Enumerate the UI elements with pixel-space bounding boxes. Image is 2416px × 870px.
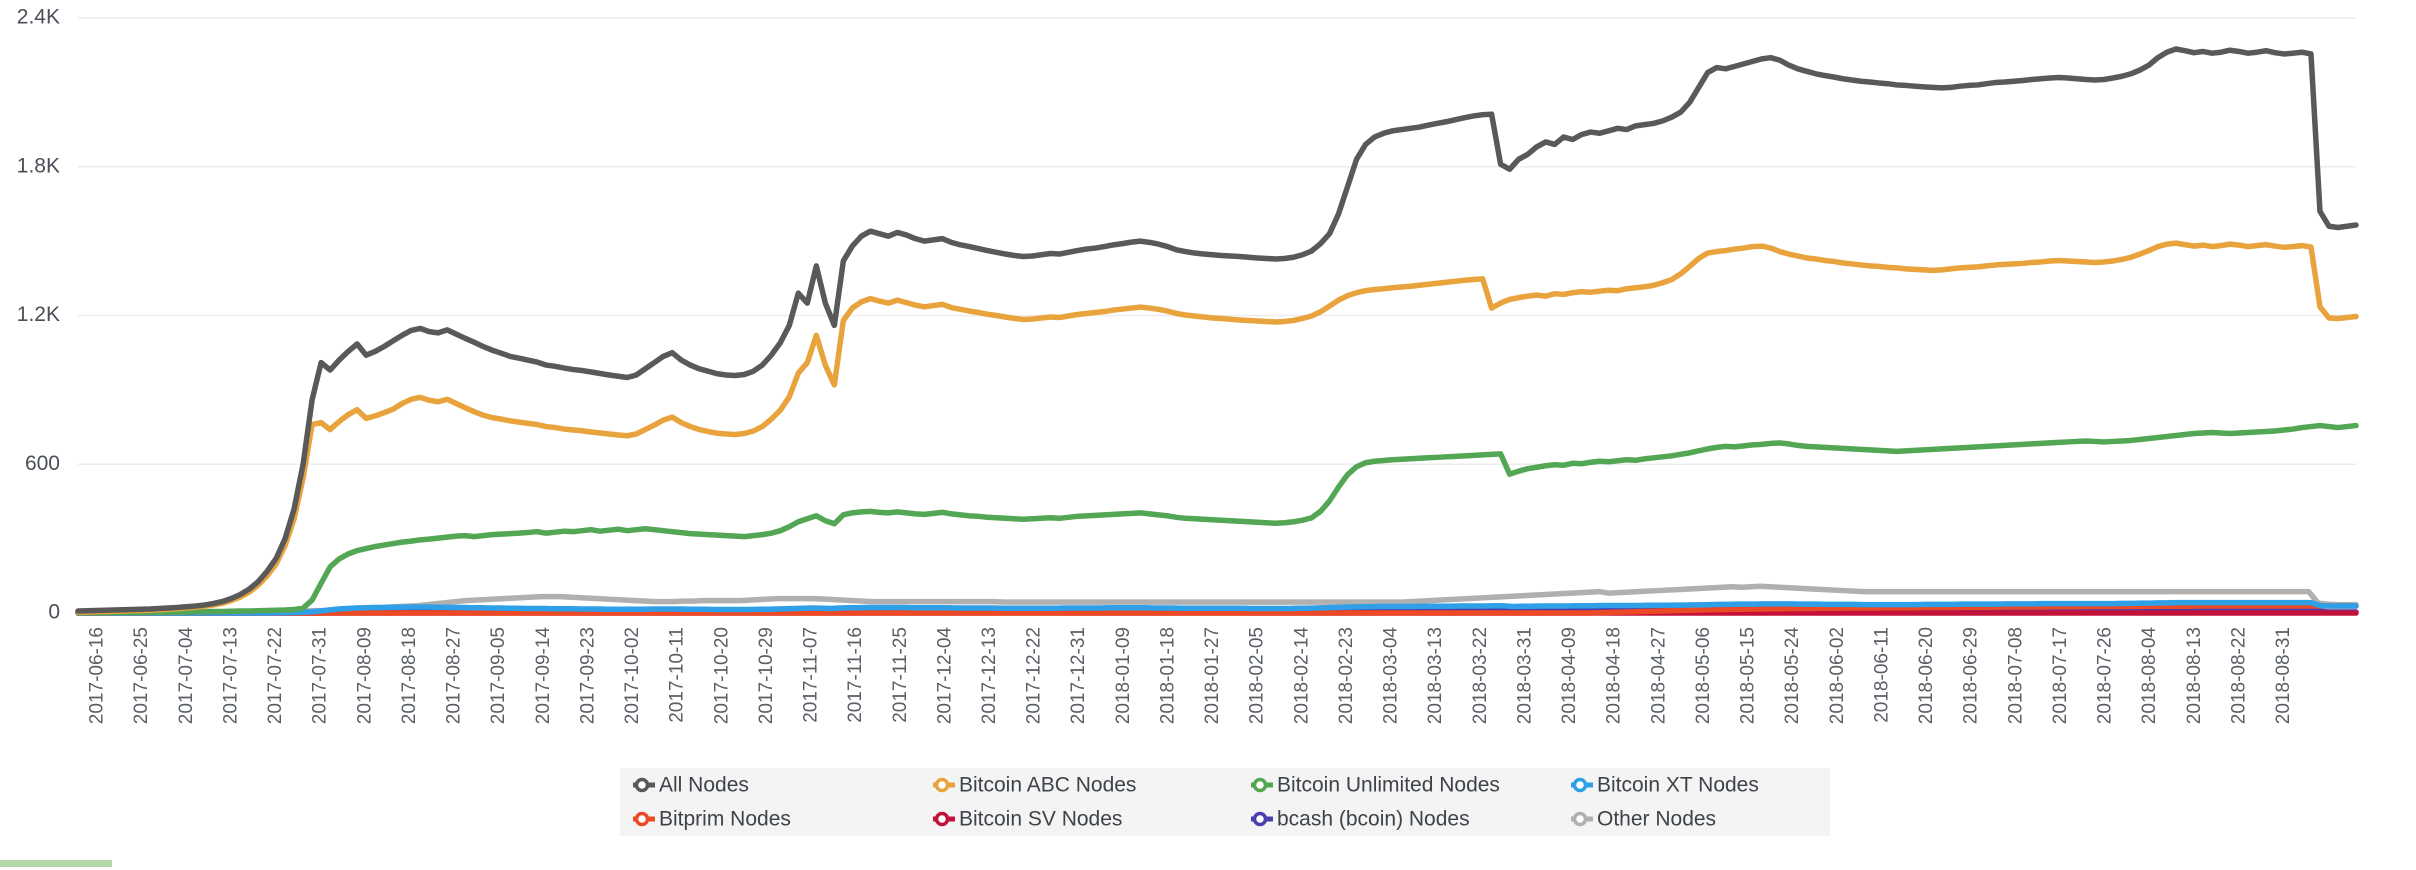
x-tick-label: 2018-03-04 bbox=[1381, 627, 1402, 725]
x-tick-label: 2018-06-20 bbox=[1916, 627, 1937, 724]
circle-line-marker-icon bbox=[1252, 777, 1268, 793]
legend-item-label: Bitcoin ABC Nodes bbox=[959, 774, 1136, 797]
x-tick-label: 2018-01-09 bbox=[1113, 627, 1134, 724]
circle-line-marker-icon bbox=[1572, 777, 1588, 793]
x-tick-label: 2018-07-26 bbox=[2095, 627, 2116, 724]
legend-item-bcash-bcoin-nodes[interactable]: bcash (bcoin) Nodes bbox=[1251, 808, 1470, 831]
x-tick-label: 2017-12-22 bbox=[1024, 627, 1045, 724]
x-tick-label: 2018-06-11 bbox=[1872, 627, 1893, 723]
legend-item-label: Bitprim Nodes bbox=[659, 808, 791, 831]
x-tick-label: 2018-07-08 bbox=[2005, 627, 2026, 724]
x-tick-label: 2018-08-31 bbox=[2273, 627, 2294, 724]
x-tick-label: 2018-06-02 bbox=[1827, 627, 1848, 724]
node-count-line-chart[interactable]: 0 600 1.2K 1.8K 2.4K 2017-06-16 2017-06-25 201… bbox=[0, 0, 2416, 870]
legend-item-label: bcash (bcoin) Nodes bbox=[1277, 808, 1470, 831]
legend-item-bitcoin-sv-nodes[interactable]: Bitcoin SV Nodes bbox=[933, 808, 1122, 831]
x-tick-label: 2018-05-15 bbox=[1738, 627, 1759, 724]
y-tick-label: 600 bbox=[25, 452, 60, 475]
x-tick-label: 2017-07-22 bbox=[265, 627, 286, 724]
x-tick-label: 2017-06-25 bbox=[131, 627, 152, 724]
y-tick-label: 1.8K bbox=[17, 154, 60, 177]
x-tick-label: 2018-04-09 bbox=[1559, 627, 1580, 724]
x-tick-label: 2017-07-13 bbox=[220, 627, 241, 724]
x-tick-label: 2017-08-09 bbox=[354, 627, 375, 724]
x-tick-label: 2017-12-31 bbox=[1068, 627, 1089, 724]
x-tick-label: 2018-05-06 bbox=[1693, 627, 1714, 724]
x-tick-label: 2017-07-04 bbox=[176, 627, 197, 725]
x-tick-label: 2017-12-04 bbox=[934, 627, 955, 725]
chart-container: 0 600 1.2K 1.8K 2.4K 2017-06-16 2017-06-25 201… bbox=[0, 0, 2416, 870]
y-tick-label: 1.2K bbox=[17, 303, 60, 326]
progress-bar-fill bbox=[0, 860, 112, 867]
x-tick-label: 2017-08-18 bbox=[399, 627, 420, 724]
x-tick-label: 2018-05-24 bbox=[1782, 627, 1803, 725]
chart-background bbox=[0, 0, 2416, 870]
circle-line-marker-icon bbox=[934, 811, 950, 827]
legend-item-label: Other Nodes bbox=[1597, 808, 1716, 831]
x-tick-label: 2017-10-11 bbox=[667, 627, 688, 723]
x-tick-label: 2018-08-22 bbox=[2228, 627, 2249, 724]
x-tick-label: 2017-08-27 bbox=[444, 627, 465, 724]
x-tick-label: 2018-04-18 bbox=[1604, 627, 1625, 724]
x-tick-label: 2017-09-05 bbox=[488, 627, 509, 724]
x-tick-label: 2018-01-18 bbox=[1158, 627, 1179, 724]
legend-item-bitcoin-unlimited-nodes[interactable]: Bitcoin Unlimited Nodes bbox=[1251, 774, 1500, 797]
x-tick-label: 2017-10-20 bbox=[711, 627, 732, 724]
x-tick-label: 2018-02-05 bbox=[1247, 627, 1268, 724]
progress-bar bbox=[0, 860, 112, 867]
x-tick-label: 2018-08-13 bbox=[2184, 627, 2205, 724]
x-tick-label: 2018-03-31 bbox=[1515, 627, 1536, 724]
x-tick-label: 2018-06-29 bbox=[1961, 627, 1982, 724]
x-tick-label: 2017-09-23 bbox=[577, 627, 598, 724]
y-tick-label: 2.4K bbox=[17, 6, 60, 29]
x-tick-label: 2018-03-22 bbox=[1470, 627, 1491, 724]
x-tick-label: 2018-01-27 bbox=[1202, 627, 1223, 724]
circle-line-marker-icon bbox=[634, 811, 650, 827]
x-tick-label: 2017-11-25 bbox=[890, 627, 911, 723]
x-tick-label: 2018-08-04 bbox=[2139, 627, 2160, 725]
circle-line-marker-icon bbox=[634, 777, 650, 793]
legend-item-label: All Nodes bbox=[659, 774, 749, 797]
y-tick-label: 0 bbox=[48, 601, 60, 624]
legend-item-label: Bitcoin Unlimited Nodes bbox=[1277, 774, 1500, 797]
legend-item-bitcoin-abc-nodes[interactable]: Bitcoin ABC Nodes bbox=[933, 774, 1136, 797]
x-tick-label: 2018-07-17 bbox=[2050, 627, 2071, 724]
x-tick-label: 2017-07-31 bbox=[310, 627, 331, 724]
x-tick-label: 2018-04-27 bbox=[1648, 627, 1669, 724]
x-tick-label: 2018-02-14 bbox=[1291, 627, 1312, 725]
x-tick-label: 2018-02-23 bbox=[1336, 627, 1357, 724]
circle-line-marker-icon bbox=[1252, 811, 1268, 827]
x-tick-label: 2017-06-16 bbox=[87, 627, 108, 724]
x-tick-label: 2017-09-14 bbox=[533, 627, 554, 725]
circle-line-marker-icon bbox=[934, 777, 950, 793]
legend-item-label: Bitcoin SV Nodes bbox=[959, 808, 1122, 831]
circle-line-marker-icon bbox=[1572, 811, 1588, 827]
legend-item-label: Bitcoin XT Nodes bbox=[1597, 774, 1759, 797]
legend-item-bitcoin-xt-nodes[interactable]: Bitcoin XT Nodes bbox=[1571, 774, 1759, 797]
x-tick-label: 2017-10-29 bbox=[756, 627, 777, 724]
x-tick-label: 2017-12-13 bbox=[979, 627, 1000, 724]
x-tick-label: 2017-10-02 bbox=[622, 627, 643, 724]
x-tick-label: 2017-11-16 bbox=[845, 627, 866, 723]
chart-legend[interactable]: All Nodes Bitcoin ABC Nodes Bitcoin Unlimi… bbox=[620, 768, 1830, 836]
x-tick-label: 2017-11-07 bbox=[801, 627, 822, 723]
x-tick-label: 2018-03-13 bbox=[1425, 627, 1446, 724]
